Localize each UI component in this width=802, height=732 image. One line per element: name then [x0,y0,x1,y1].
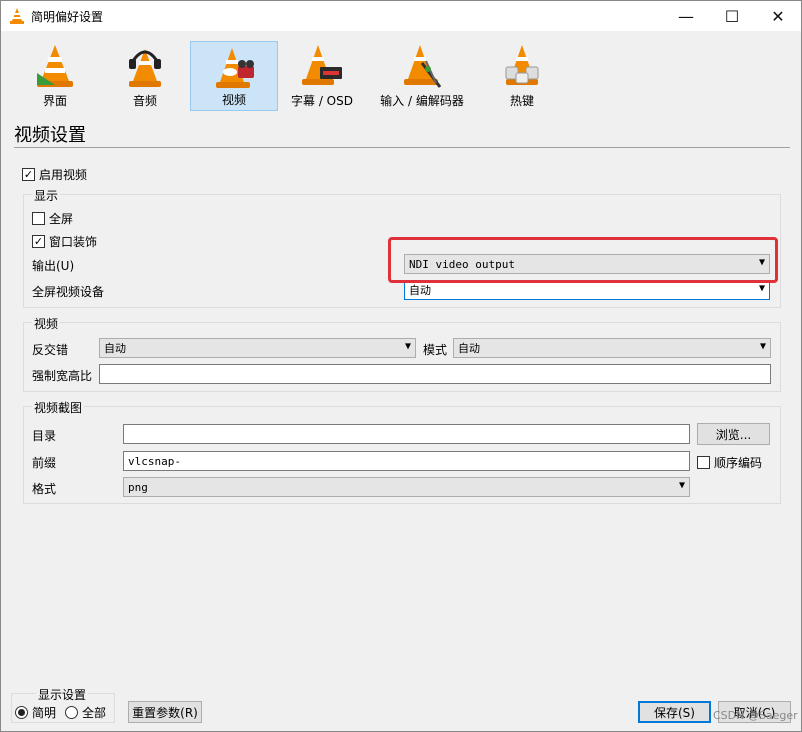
subtitles-cone-icon [302,45,342,85]
chevron-down-icon: ▼ [758,257,765,268]
snapshot-group-title: 视频截图 [32,399,85,416]
format-value: png [128,480,148,494]
deinterlace-select[interactable]: 自动 ▼ [99,338,416,358]
display-group-title: 显示 [32,187,61,204]
chevron-down-icon: ▼ [758,283,765,294]
category-label: 字幕 / OSD [291,94,353,108]
preferences-window: 简明偏好设置 — ☐ ✕ 界面 音频 视频 字幕 / OSD 输入 / 编解码器… [0,0,802,732]
minimize-button[interactable]: — [663,1,709,31]
radio-button [15,706,28,719]
all-radio[interactable]: 全部 [65,704,106,721]
category-input-codecs[interactable]: 输入 / 编解码器 [372,41,472,111]
output-select[interactable]: NDI video output ▼ [404,254,770,274]
all-label: 全部 [82,706,107,720]
output-label: 输出(U) [32,259,75,273]
chevron-down-icon: ▼ [678,480,685,491]
mode-select[interactable]: 自动 ▼ [453,338,771,358]
category-label: 输入 / 编解码器 [380,94,464,108]
output-value: NDI video output [409,257,515,271]
audio-cone-icon [129,49,161,87]
category-video[interactable]: 视频 [190,41,278,111]
category-interface[interactable]: 界面 [15,41,95,111]
directory-input[interactable] [123,424,690,444]
video-group-title: 视频 [32,315,61,332]
reset-preferences-button[interactable]: 重置参数(R) [128,701,202,723]
browse-button[interactable]: 浏览... [697,423,770,445]
checkbox-box: ✓ [22,168,35,181]
category-label: 热键 [509,94,534,108]
sequential-numbering-label: 顺序编码 [714,456,763,470]
aspect-ratio-input[interactable] [99,364,771,384]
mode-value: 自动 [458,342,480,355]
category-label: 音频 [132,94,157,108]
section-divider [14,147,790,148]
aspect-ratio-label: 强制宽高比 [32,369,93,383]
watermark: CSDN @Saeger [713,709,798,722]
deinterlace-label: 反交错 [32,343,69,357]
vlc-cone-icon [10,8,24,24]
mode-label: 模式 [423,343,448,357]
prefix-label: 前缀 [32,456,57,470]
hotkeys-cone-icon [505,45,539,85]
chevron-down-icon: ▼ [759,341,766,352]
format-label: 格式 [32,482,57,496]
deinterlace-value: 自动 [104,342,126,355]
checkbox-box: ✓ [32,235,45,248]
format-select[interactable]: png ▼ [123,477,690,497]
category-hotkeys[interactable]: 热键 [487,41,557,111]
window-title: 简明偏好设置 [31,10,104,24]
fullscreen-device-value: 自动 [409,284,431,297]
sequential-numbering-checkbox[interactable]: 顺序编码 [697,454,762,471]
close-button[interactable]: ✕ [755,1,801,31]
window-decorations-label: 窗口装饰 [49,235,98,249]
simple-label: 简明 [32,706,57,720]
checkbox-box [32,212,45,225]
video-cone-icon [216,48,254,88]
input-codecs-cone-icon [404,45,442,88]
fullscreen-checkbox[interactable]: 全屏 [32,210,73,227]
fullscreen-device-select[interactable]: 自动 ▼ [404,280,770,300]
category-toolbar: 界面 音频 视频 字幕 / OSD 输入 / 编解码器 热键 [1,31,801,115]
checkbox-box [697,456,710,469]
radio-button [65,706,78,719]
section-title: 视频设置 [14,125,86,146]
fullscreen-device-label: 全屏视频设备 [32,285,105,299]
enable-video-checkbox[interactable]: ✓ 启用视频 [22,166,87,183]
show-settings-title: 显示设置 [36,686,89,703]
enable-video-label: 启用视频 [39,168,88,182]
directory-label: 目录 [32,429,57,443]
simple-radio[interactable]: 简明 [15,704,56,721]
prefix-input[interactable]: vlcsnap- [123,451,690,471]
category-label: 视频 [221,93,246,107]
window-decorations-checkbox[interactable]: ✓ 窗口装饰 [32,233,97,250]
save-button[interactable]: 保存(S) [638,701,711,723]
fullscreen-label: 全屏 [49,212,74,226]
chevron-down-icon: ▼ [404,341,411,352]
radio-dot [18,709,25,716]
interface-cone-icon [37,45,73,87]
maximize-button[interactable]: ☐ [709,1,755,31]
category-subtitles-osd[interactable]: 字幕 / OSD [286,41,358,111]
category-audio[interactable]: 音频 [105,41,185,111]
category-label: 界面 [42,94,67,108]
title-bar: 简明偏好设置 — ☐ ✕ [1,1,801,31]
